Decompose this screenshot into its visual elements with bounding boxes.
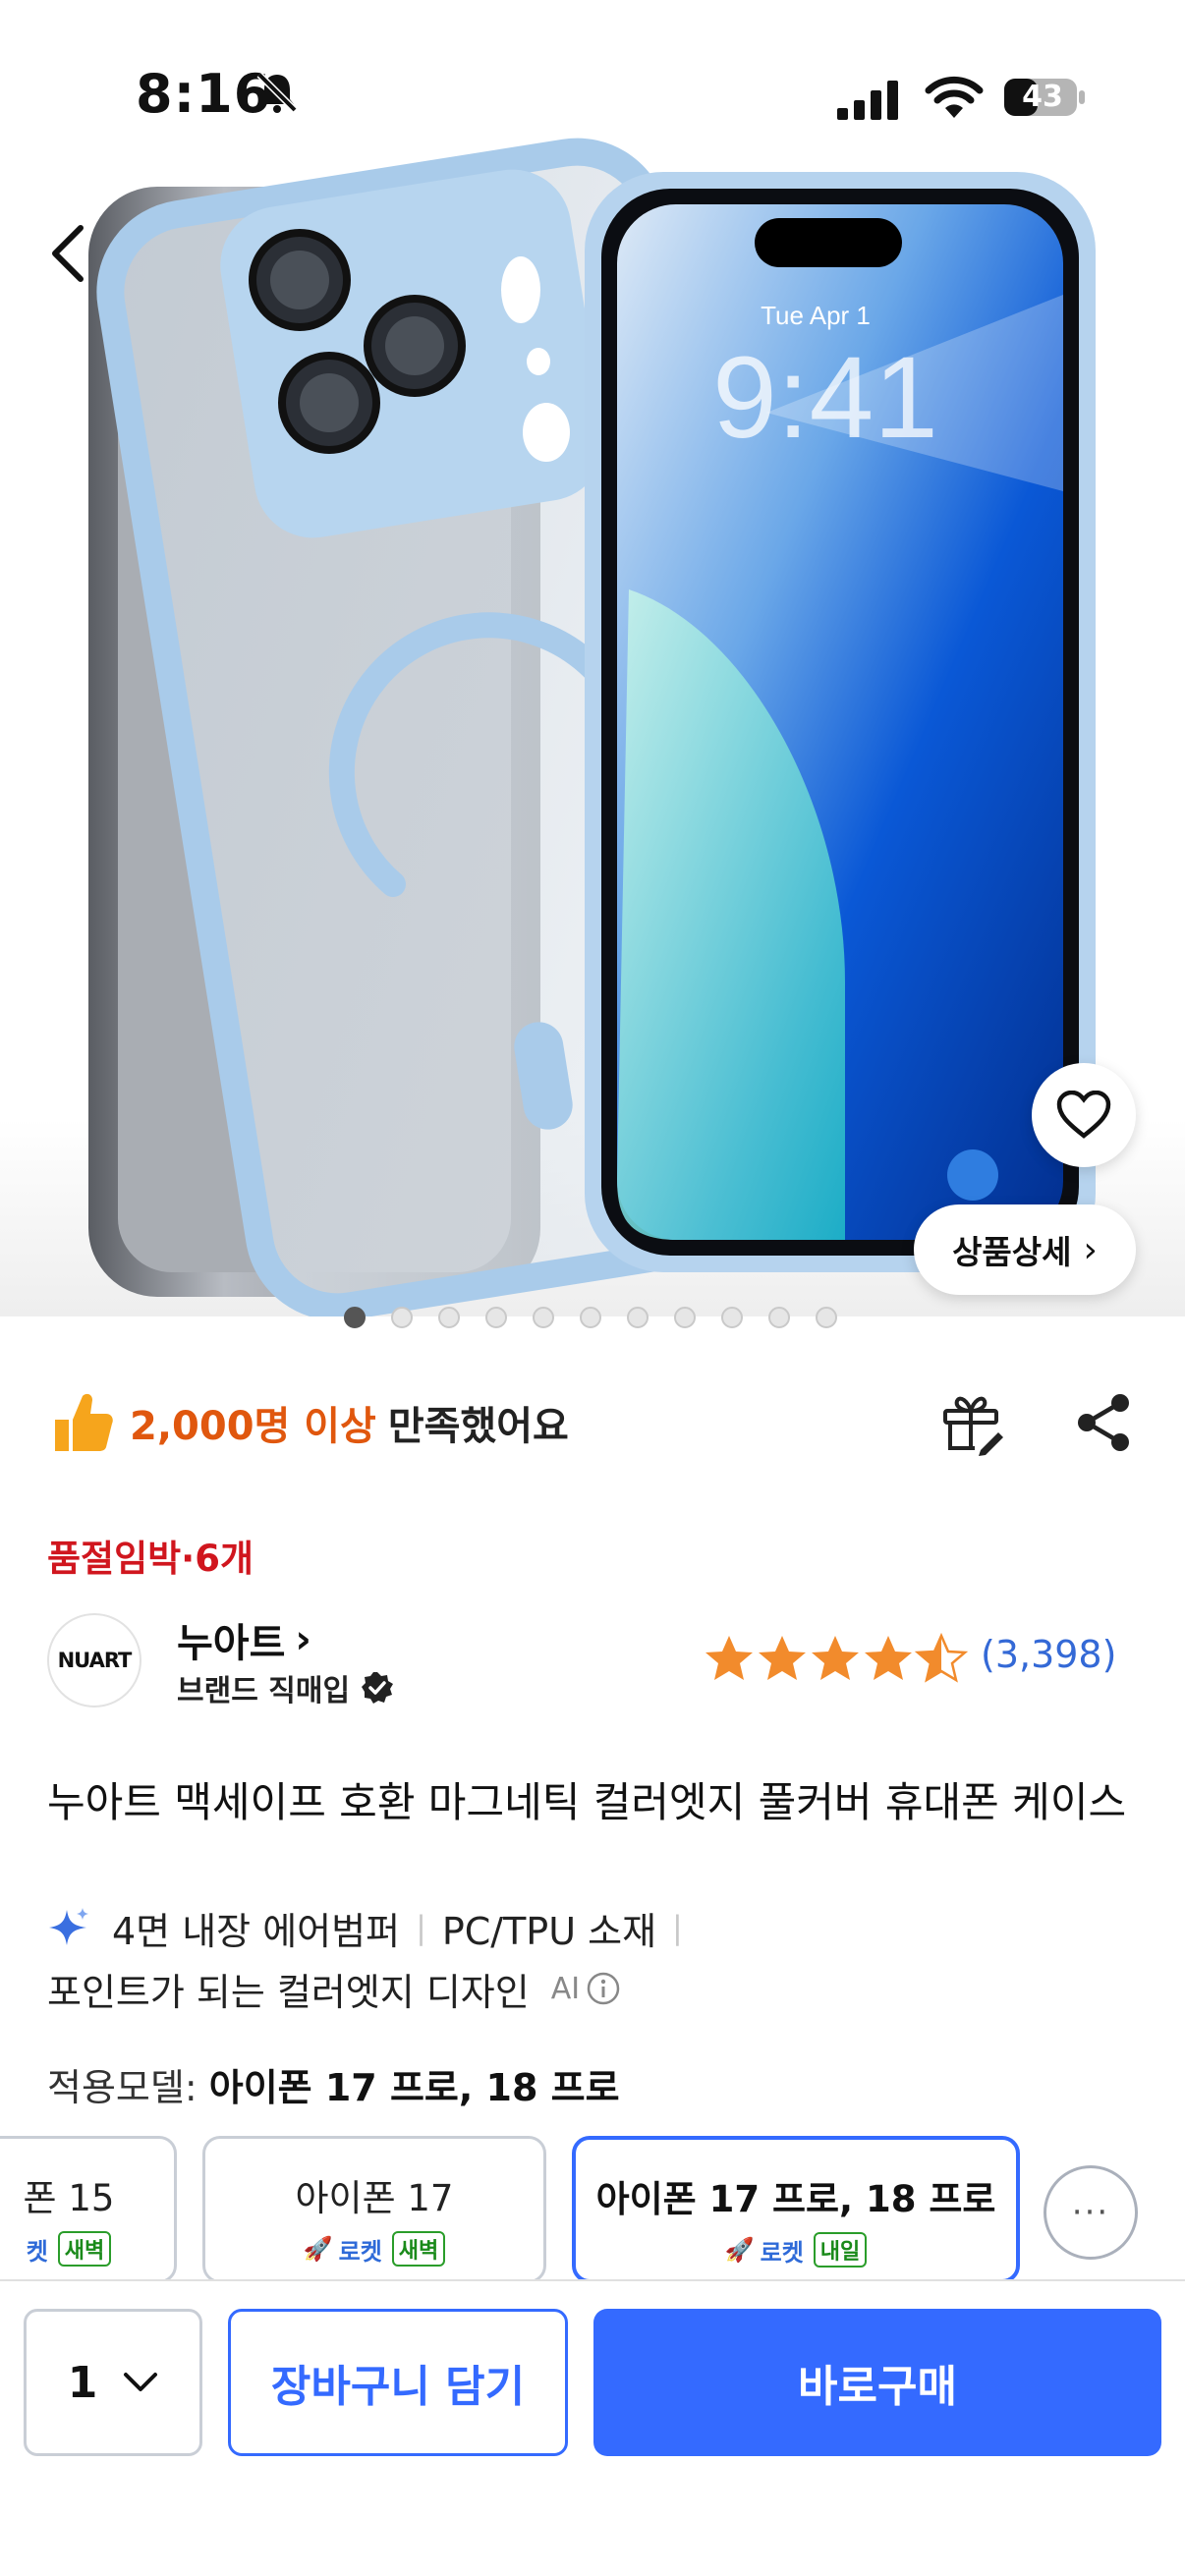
carousel-dot[interactable] [816,1307,837,1328]
model-label-prefix: 적용모델: [47,2066,209,2109]
delivery-info: 🚀 로켓 내일 [576,2232,1016,2268]
carousel-indicator [344,1307,837,1332]
more-options-button[interactable]: ··· [1044,2165,1138,2260]
half-star-icon [916,1634,967,1682]
bell-slash-icon [256,72,298,113]
carousel-dot[interactable] [344,1307,366,1328]
lockscreen-time: 9:41 [712,333,938,463]
delivery-badge: 새벽 [57,2231,112,2267]
satisfaction-count: 2,000명 이상 [130,1404,376,1449]
chevron-right-icon: › [295,1617,311,1662]
thumbs-up-icon [55,1393,113,1451]
model-option[interactable]: 폰 15 켓 새벽 [0,2136,177,2283]
rocket-label: 켓 [26,2237,48,2266]
model-option-selected[interactable]: 아이폰 17 프로, 18 프로 🚀 로켓 내일 [572,2136,1020,2283]
buy-now-button[interactable]: 바로구매 [593,2309,1161,2456]
carousel-dot[interactable] [580,1307,601,1328]
buy-now-label: 바로구매 [798,2362,957,2412]
brand-direct-purchase: 브랜드 직매입 [177,1666,395,1709]
review-count-link[interactable]: (3,398) [981,1633,1116,1676]
gift-icon[interactable] [939,1389,1006,1456]
info-icon [587,1972,620,2005]
wishlist-button[interactable] [1032,1063,1136,1167]
product-title: 누아트 맥세이프 호환 마그네틱 컬러엣지 풀커버 휴대폰 케이스 [47,1778,1127,1826]
brand-name: 누아트 [177,1621,286,1666]
separator: | [672,1909,683,1946]
star-icon [705,1636,753,1680]
brand-logo-text: NUART [57,1649,133,1672]
quantity-value: 1 [67,2357,98,2408]
model-option[interactable]: 아이폰 17 🚀 로켓 새벽 [202,2136,546,2283]
more-icon: ··· [1071,2193,1110,2232]
add-to-cart-button[interactable]: 장바구니 담기 [228,2309,568,2456]
bottom-action-bar: 1 장바구니 담기 바로구매 [0,2279,1185,2576]
carousel-dot[interactable] [627,1307,649,1328]
status-time: 8:16 [136,63,272,125]
heart-icon [1056,1091,1111,1139]
separator: | [416,1909,426,1946]
wifi-icon [925,76,984,118]
lockscreen-date: Tue Apr 1 [761,301,871,330]
status-bar: 8:16 43 [0,0,1185,187]
star-icon [865,1636,912,1680]
quantity-select[interactable]: 1 [24,2309,202,2456]
delivery-info: 🚀 로켓 새벽 [205,2231,543,2267]
delivery-badge: 새벽 [391,2231,446,2267]
ai-feature-summary: 4면 내장 에어범퍼 | PC/TPU 소재 | [47,1900,699,1955]
product-photo: Tue Apr 1 9:41 [0,0,1185,1316]
brand-link[interactable]: 누아트 › [177,1611,311,1668]
ai-sparkle-icon [49,1908,88,1945]
rating-stars [705,1634,967,1682]
carousel-dot[interactable] [533,1307,554,1328]
product-image-carousel[interactable]: Tue Apr 1 9:41 상품상세 › [0,0,1185,1316]
ai-feature-summary-line2: 포인트가 되는 컬러엣지 디자인 AI [47,1961,621,2016]
feature-item: 4면 내장 에어범퍼 [112,1909,401,1953]
carousel-dot[interactable] [485,1307,507,1328]
model-label-value: 아이폰 17 프로, 18 프로 [208,2066,620,2109]
rocket-label: 로켓 [338,2237,382,2266]
share-icon[interactable] [1071,1389,1138,1456]
feature-item: 포인트가 되는 컬러엣지 디자인 [47,1970,530,2014]
brand-subtitle: 브랜드 직매입 [177,1674,351,1708]
verified-badge-icon [362,1672,394,1704]
delivery-badge: 내일 [813,2232,868,2268]
product-detail-label: 상품상세 [952,1233,1072,1271]
model-options: 폰 15 켓 새벽 아이폰 17 🚀 로켓 새벽 아이폰 17 프로, 18 프… [0,2136,1185,2283]
battery-level: 43 [1022,80,1063,114]
chevron-right-icon: › [1083,1229,1098,1270]
rocket-icon: 🚀 [303,2235,333,2263]
star-icon [812,1636,859,1680]
model-option-name: 폰 15 [23,2177,115,2219]
ai-label: AI [550,1971,581,2006]
model-option-name: 아이폰 17 프로, 18 프로 [595,2178,996,2220]
satisfaction-text: 만족했어요 [387,1404,569,1449]
rocket-label: 로켓 [760,2238,804,2267]
back-arrow-icon[interactable] [47,222,90,285]
carousel-dot[interactable] [438,1307,460,1328]
add-to-cart-label: 장바구니 담기 [270,2362,526,2412]
product-detail-button[interactable]: 상품상세 › [914,1204,1136,1295]
delivery-info: 켓 새벽 [0,2231,174,2267]
brand-logo[interactable]: NUART [47,1613,141,1708]
stock-notice: 품절임박·6개 [47,1538,254,1580]
chevron-down-icon [124,2373,158,2391]
cellular-signal-icon [837,81,898,120]
carousel-dot[interactable] [721,1307,743,1328]
feature-item: PC/TPU 소재 [441,1909,657,1953]
rocket-icon: 🚀 [724,2236,755,2264]
model-option-name: 아이폰 17 [295,2177,454,2219]
carousel-dot[interactable] [391,1307,413,1328]
satisfaction-banner: 2,000명 이상 만족했어요 [47,1383,569,1462]
ai-info-button[interactable]: AI [551,1971,621,2006]
carousel-dot[interactable] [768,1307,790,1328]
star-icon [759,1636,806,1680]
carousel-dot[interactable] [674,1307,696,1328]
selected-model-label: 적용모델: 아이폰 17 프로, 18 프로 [47,2057,620,2111]
